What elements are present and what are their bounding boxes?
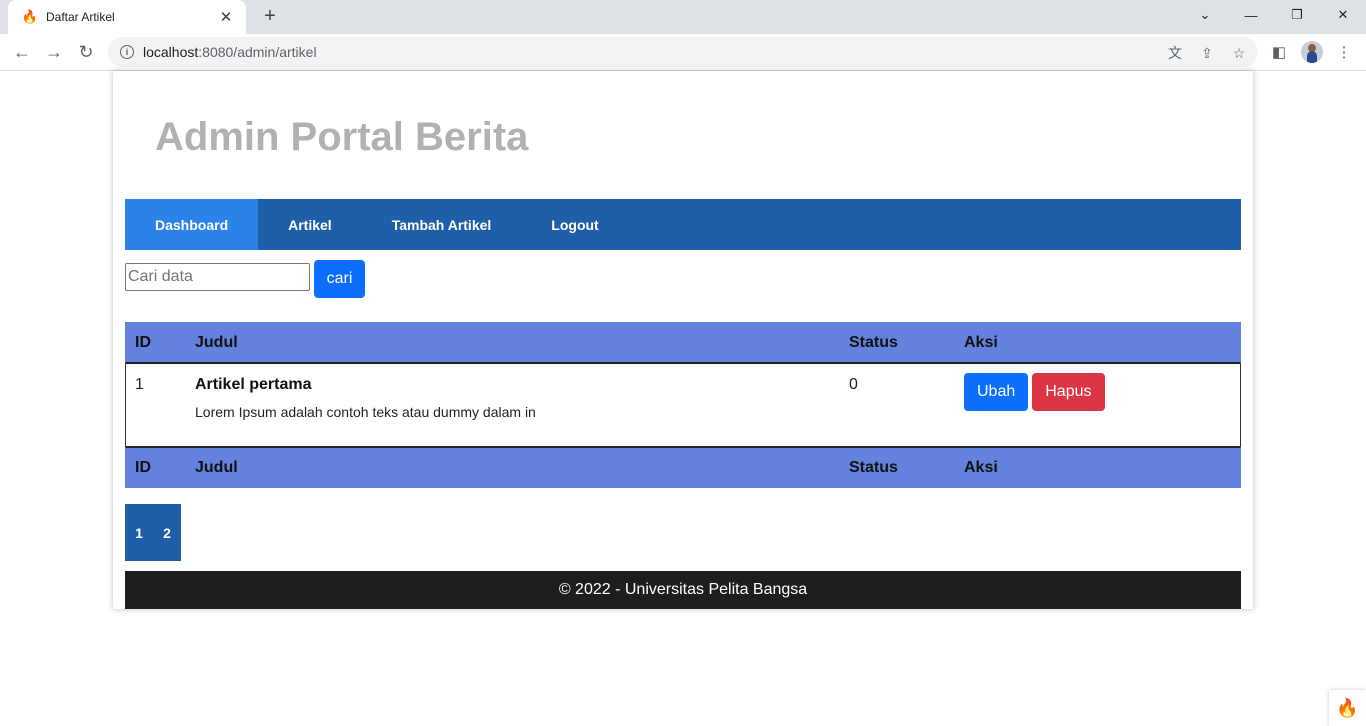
header-id: ID bbox=[135, 333, 151, 351]
search-input[interactable] bbox=[125, 263, 310, 291]
side-panel-icon[interactable]: ◧ bbox=[1269, 42, 1289, 62]
footer-judul: Judul bbox=[195, 458, 238, 476]
new-tab-icon[interactable]: + bbox=[258, 5, 282, 29]
close-window-icon[interactable]: ✕ bbox=[1320, 0, 1366, 30]
page-title: Admin Portal Berita bbox=[155, 115, 529, 159]
cell-status: 0 bbox=[849, 376, 858, 393]
table-row: 1 Artikel pertama Lorem Ipsum adalah con… bbox=[125, 364, 1241, 446]
footer-id: ID bbox=[135, 458, 151, 476]
back-icon[interactable]: ← bbox=[8, 38, 36, 66]
tab-title: Daftar Artikel bbox=[46, 10, 115, 24]
articles-table: ID Judul Status Aksi 1 Artikel pertama L… bbox=[125, 322, 1241, 488]
pagination: 1 2 bbox=[125, 504, 181, 561]
cell-aksi: Ubah Hapus bbox=[964, 373, 1240, 411]
article-excerpt: Lorem Ipsum adalah contoh teks atau dumm… bbox=[195, 404, 536, 420]
table-header: ID Judul Status Aksi bbox=[125, 322, 1241, 364]
table-footer: ID Judul Status Aksi bbox=[125, 446, 1241, 488]
menu-kebab-icon[interactable]: ⋮ bbox=[1334, 42, 1354, 62]
tab-search-icon[interactable]: ⌄ bbox=[1182, 0, 1228, 30]
nav-tambah-artikel[interactable]: Tambah Artikel bbox=[362, 199, 522, 250]
cell-judul: Artikel pertama Lorem Ipsum adalah conto… bbox=[195, 376, 849, 420]
nav-dashboard[interactable]: Dashboard bbox=[125, 199, 259, 250]
header-status: Status bbox=[849, 333, 898, 351]
url-path: :8080/admin/artikel bbox=[198, 44, 317, 60]
profile-avatar[interactable] bbox=[1301, 41, 1323, 63]
nav-artikel[interactable]: Artikel bbox=[258, 199, 362, 250]
minimize-icon[interactable]: — bbox=[1228, 0, 1274, 30]
footer-aksi: Aksi bbox=[964, 458, 998, 476]
main-nav: Dashboard Artikel Tambah Artikel Logout bbox=[125, 199, 1241, 250]
header-aksi: Aksi bbox=[964, 333, 998, 351]
content-container: Admin Portal Berita Dashboard Artikel Ta… bbox=[113, 71, 1253, 609]
restore-icon[interactable]: ❐ bbox=[1274, 0, 1320, 30]
header-judul: Judul bbox=[195, 333, 238, 351]
cell-id: 1 bbox=[135, 376, 144, 393]
browser-tab[interactable]: 🔥 Daftar Artikel ✕ bbox=[8, 0, 246, 34]
address-bar[interactable]: i localhost:8080/admin/artikel 文 ⇪ ☆ bbox=[108, 37, 1258, 67]
footer-status: Status bbox=[849, 458, 898, 476]
browser-tab-bar: 🔥 Daftar Artikel ✕ + ⌄ — ❐ ✕ bbox=[0, 0, 1366, 34]
url-host: localhost bbox=[143, 44, 199, 60]
reload-icon[interactable]: ↻ bbox=[72, 38, 100, 66]
browser-toolbar: ← → ↻ i localhost:8080/admin/artikel 文 ⇪… bbox=[0, 34, 1366, 71]
close-tab-icon[interactable]: ✕ bbox=[218, 8, 234, 26]
site-info-icon[interactable]: i bbox=[120, 45, 134, 59]
url-text: localhost:8080/admin/artikel bbox=[143, 44, 317, 60]
edit-button[interactable]: Ubah bbox=[964, 373, 1029, 411]
debug-toolbar-flame-icon[interactable]: 🔥 bbox=[1329, 690, 1366, 726]
nav-logout[interactable]: Logout bbox=[521, 199, 628, 250]
forward-icon[interactable]: → bbox=[40, 38, 68, 66]
translate-icon[interactable]: 文 bbox=[1166, 44, 1184, 62]
page-viewport: Admin Portal Berita Dashboard Artikel Ta… bbox=[0, 71, 1366, 726]
share-icon[interactable]: ⇪ bbox=[1198, 44, 1216, 62]
bookmark-star-icon[interactable]: ☆ bbox=[1230, 44, 1248, 62]
delete-button[interactable]: Hapus bbox=[1032, 373, 1105, 411]
article-title: Artikel pertama bbox=[195, 376, 312, 393]
search-button[interactable]: cari bbox=[314, 260, 365, 298]
page-link-2[interactable]: 2 bbox=[153, 525, 181, 541]
site-footer: © 2022 - Universitas Pelita Bangsa bbox=[125, 571, 1241, 609]
flame-favicon-icon: 🔥 bbox=[21, 9, 39, 24]
page-link-1[interactable]: 1 bbox=[125, 525, 153, 541]
